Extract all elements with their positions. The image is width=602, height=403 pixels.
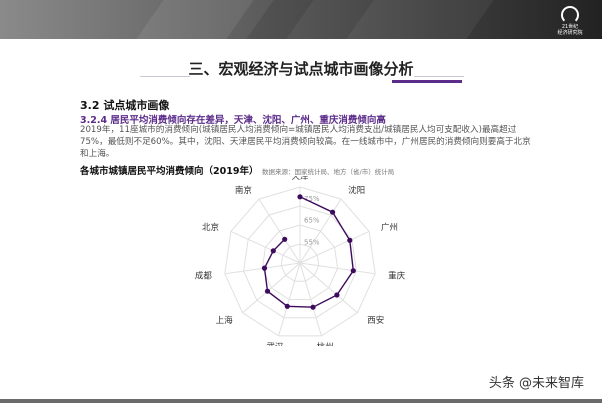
radar-category-label: 成都 xyxy=(195,270,213,281)
radar-category-label: 广州 xyxy=(381,222,398,233)
radar-series-line xyxy=(263,196,355,308)
radar-chart: 55% 65% 75% 天津沈阳广州重庆西安杭州 武汉 上海 成都 北京 南京 xyxy=(195,176,406,347)
radar-point xyxy=(264,288,271,294)
radar-point xyxy=(347,237,353,243)
radar-category-label: 北京 xyxy=(202,222,219,233)
radar-category-label: 重庆 xyxy=(388,270,406,281)
header-stripe xyxy=(136,0,254,39)
radar-point xyxy=(284,303,290,309)
watermark: 头条 @未来智库 xyxy=(488,376,584,391)
radar-category-label: 南京 xyxy=(235,185,252,196)
radar-point xyxy=(350,268,356,274)
logo-ring-icon xyxy=(561,6,579,24)
radar-tick-label: 65% xyxy=(304,217,320,225)
radar-point xyxy=(310,304,316,310)
radar-tick-label: 75% xyxy=(304,195,320,203)
radar-category-label: 沈阳 xyxy=(348,185,365,196)
header-stripe xyxy=(346,0,494,39)
header-stripe xyxy=(246,0,314,39)
logo-text-line2: 经济研究院 xyxy=(557,30,583,36)
section-heading: 3.2 试点城市画像 xyxy=(80,99,170,112)
radar-category-label: 天津 xyxy=(291,176,309,182)
title-area: 三、宏观经济与试点城市画像分析 xyxy=(0,52,602,86)
page-title: 三、宏观经济与试点城市画像分析 xyxy=(188,60,414,78)
radar-category-label: 武汉 xyxy=(266,342,284,347)
radar-point xyxy=(270,248,276,254)
footer-bar xyxy=(0,399,602,403)
radar-point xyxy=(334,292,340,298)
chart-title: 各城市城镇居民平均消费倾向（2019年） xyxy=(80,166,259,177)
chart-source: 数据来源：国家统计局、地方（省/市）统计局 xyxy=(262,168,395,176)
radar-category-label: 上海 xyxy=(216,315,234,326)
radar-point xyxy=(330,209,336,215)
radar-point xyxy=(297,194,303,200)
radar-point xyxy=(261,265,268,271)
radar-category-label: 西安 xyxy=(367,315,384,326)
radar-point xyxy=(282,236,288,242)
header-bar: 21世纪 经济研究院 xyxy=(0,0,602,39)
brand-logo: 21世纪 经济研究院 xyxy=(554,6,586,36)
radar-category-label: 杭州 xyxy=(317,342,334,347)
radar-tick-label: 55% xyxy=(304,238,320,246)
body-paragraph: 2019年，11座城市的消费倾向(城镇居民人均消费倾向=城镇居民人均消费支出/城… xyxy=(80,125,531,159)
title-accent-bar xyxy=(392,80,462,83)
